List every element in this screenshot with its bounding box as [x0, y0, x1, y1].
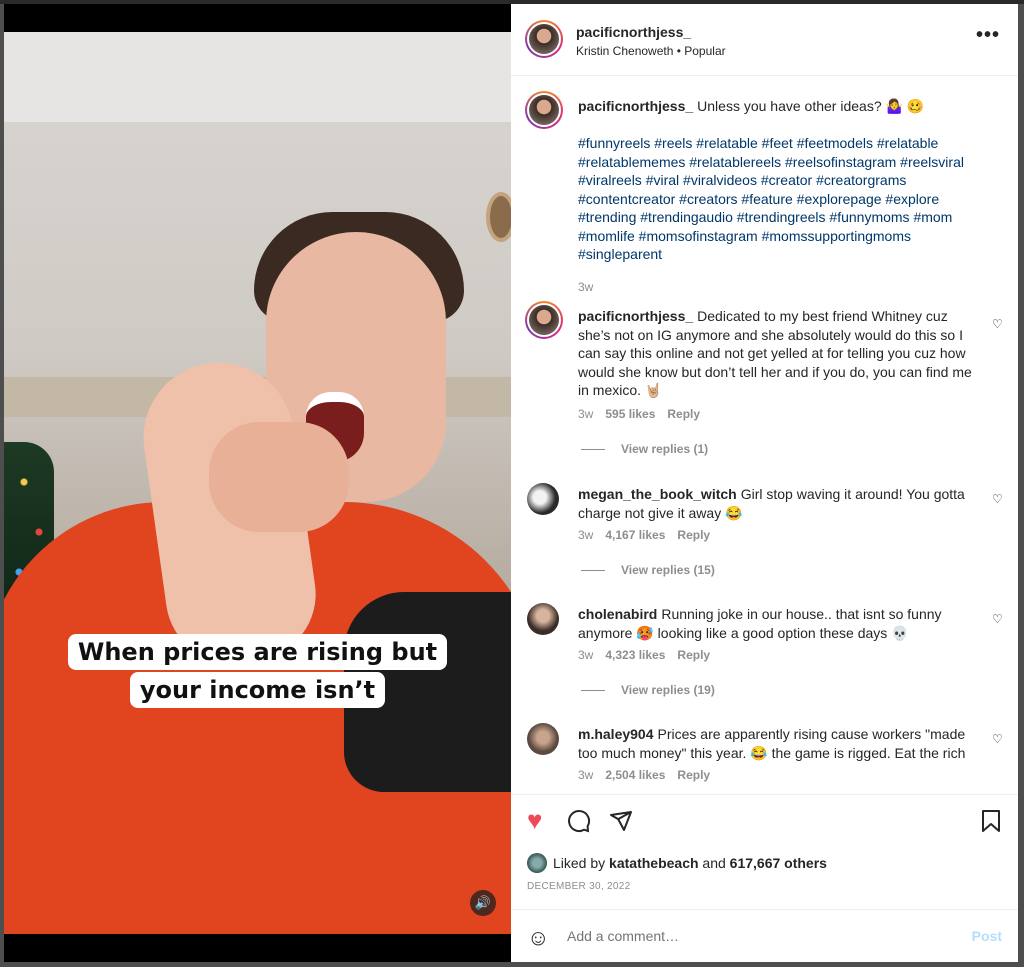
ceiling [4, 32, 511, 122]
post-date: DECEMBER 30, 2022 [527, 881, 631, 892]
liker-avatar [527, 853, 547, 873]
share-icon[interactable] [609, 809, 633, 840]
comment-username[interactable]: m.haley904 [578, 726, 654, 742]
replies-line [581, 449, 605, 451]
liked-by[interactable]: Liked by katathebeach and 617,667 others [527, 853, 827, 873]
comment-likes[interactable]: 4,323 likes [605, 648, 665, 662]
liked-by-prefix: Liked by [553, 855, 606, 871]
more-options-icon[interactable]: ••• [976, 24, 1000, 47]
comment-age: 3w [578, 648, 594, 662]
view-replies-button[interactable]: View replies (19) [581, 683, 715, 697]
reply-button[interactable]: Reply [677, 648, 710, 662]
comment-meta: 3w 4,167 likes Reply [578, 528, 722, 542]
video-frame[interactable] [4, 32, 511, 934]
comment-like-icon[interactable]: ♡ [992, 492, 1004, 506]
comment-like-icon[interactable]: ♡ [992, 612, 1004, 626]
comment-avatar[interactable] [527, 603, 559, 635]
video-caption-line-2: your income isn’t [4, 672, 511, 708]
comment-likes[interactable]: 595 likes [605, 407, 655, 421]
post-header: pacificnorthjess_ Kristin Chenoweth • Po… [511, 4, 1018, 76]
comment-likes[interactable]: 4,167 likes [605, 528, 665, 542]
author-avatar[interactable] [525, 20, 563, 58]
comment-meta: 3w 4,323 likes Reply [578, 648, 722, 662]
speaker-icon[interactable]: 🔊 [470, 890, 496, 916]
post-button[interactable]: Post [972, 928, 1002, 944]
add-comment-bar: ☺ Post [511, 909, 1018, 962]
comment-like-icon[interactable]: ♡ [992, 732, 1004, 746]
caption-age: 3w [578, 280, 594, 294]
comment-age: 3w [578, 407, 594, 421]
wall-clock [486, 192, 511, 242]
comment-avatar[interactable] [525, 301, 563, 339]
caption-author-avatar[interactable] [525, 91, 563, 129]
save-bookmark-icon[interactable] [980, 809, 1002, 840]
caption-text: Unless you have other ideas? 🤷‍♀️ 🥴 [697, 98, 925, 114]
view-replies-button[interactable]: View replies (1) [581, 442, 708, 456]
comment-icon[interactable] [567, 809, 591, 840]
comment-username[interactable]: cholenabird [578, 606, 657, 622]
caption-text-2: your income isn’t [129, 672, 386, 708]
reel-video[interactable]: When prices are rising but your income i… [4, 4, 511, 962]
comment-body: cholenabird Running joke in our house.. t… [578, 605, 978, 642]
view-replies-label: View replies (19) [621, 683, 715, 697]
comment-username[interactable]: pacificnorthjess_ [578, 308, 693, 324]
comment-input[interactable] [567, 928, 947, 944]
comment-meta: 3w 2,504 likes Reply [578, 768, 722, 782]
audio-subline[interactable]: Kristin Chenoweth • Popular [576, 44, 726, 58]
caption-hashtags[interactable]: #funnyreels #reels #relatable #feet #fee… [578, 134, 983, 264]
author-username[interactable]: pacificnorthjess_ [576, 24, 691, 40]
comment-body: m.haley904 Prices are apparently rising c… [578, 725, 978, 762]
comment-meta: 3w 595 likes Reply [578, 407, 712, 421]
comment-likes[interactable]: 2,504 likes [605, 768, 665, 782]
view-replies-button[interactable]: View replies (15) [581, 563, 715, 577]
liked-by-others[interactable]: 617,667 others [730, 855, 827, 871]
caption-username[interactable]: pacificnorthjess_ [578, 98, 693, 114]
comment-age: 3w [578, 528, 594, 542]
view-replies-label: View replies (15) [621, 563, 715, 577]
video-caption-line-1: When prices are rising but [4, 634, 511, 670]
reply-button[interactable]: Reply [677, 768, 710, 782]
post-panel: pacificnorthjess_ Kristin Chenoweth • Po… [511, 4, 1018, 962]
caption-meta: 3w [578, 280, 605, 294]
comment-avatar[interactable] [527, 483, 559, 515]
emoji-icon[interactable]: ☺ [527, 925, 549, 951]
comment-username[interactable]: megan_the_book_witch [578, 486, 737, 502]
reply-button[interactable]: Reply [667, 407, 700, 421]
liked-by-user[interactable]: katathebeach [609, 855, 698, 871]
post-actions: ♥ Liked by katathebeach and 617,667 othe… [511, 794, 1018, 909]
comment-body: pacificnorthjess_ Dedicated to my best fr… [578, 307, 978, 400]
replies-line [581, 570, 605, 572]
comment-avatar[interactable] [527, 723, 559, 755]
caption-body: pacificnorthjess_ Unless you have other i… [578, 97, 978, 116]
replies-line [581, 690, 605, 692]
comment-body: megan_the_book_witch Girl stop waving it … [578, 485, 978, 522]
view-replies-label: View replies (1) [621, 442, 709, 456]
liked-by-and: and [702, 855, 726, 871]
comments-list[interactable]: pacificnorthjess_ Unless you have other i… [511, 77, 1018, 792]
comment-like-icon[interactable]: ♡ [992, 317, 1004, 331]
reply-button[interactable]: Reply [677, 528, 710, 542]
hand [209, 422, 349, 532]
like-heart-icon[interactable]: ♥ [527, 805, 542, 836]
comment-age: 3w [578, 768, 594, 782]
caption-text-1: When prices are rising but [67, 634, 448, 670]
